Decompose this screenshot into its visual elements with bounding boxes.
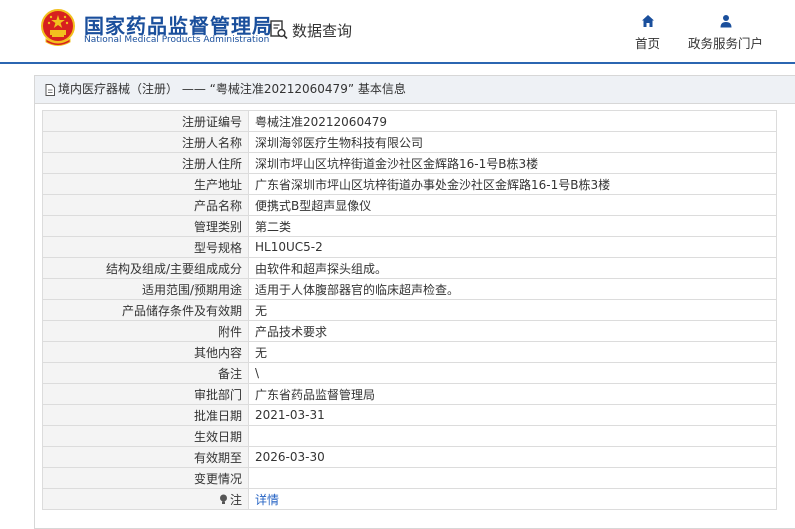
table-row: 注册证编号 粤械注准20212060479 [42,110,777,132]
field-value: HL10UC5-2 [248,236,777,258]
table-row: 产品名称 便携式B型超声显像仪 [42,194,777,216]
nav-home[interactable]: 首页 [635,14,660,52]
table-row: 生产地址 广东省深圳市坪山区坑梓街道办事处金沙社区金辉路16-1号B栋3楼 [42,173,777,195]
field-label: 注册人名称 [42,131,249,153]
field-label: 备注 [42,362,249,384]
table-row: 审批部门 广东省药品监督管理局 [42,383,777,405]
field-value: 深圳市坪山区坑梓街道金沙社区金辉路16-1号B栋3楼 [248,152,777,174]
field-label: 批准日期 [42,404,249,426]
field-label: 注册人住所 [42,152,249,174]
nav-service-portal-label: 政务服务门户 [688,36,764,51]
field-value: 无 [248,341,777,363]
field-value: 适用于人体腹部器官的临床超声检查。 [248,278,777,300]
field-label: 结构及组成/主要组成成分 [42,257,249,279]
user-icon [720,15,731,28]
field-value: 产品技术要求 [248,320,777,342]
field-label: 适用范围/预期用途 [42,278,249,300]
table-row: 注册人住所 深圳市坪山区坑梓街道金沙社区金辉路16-1号B栋3楼 [42,152,777,174]
details-link[interactable]: 详情 [255,493,279,507]
field-value: 第二类 [248,215,777,237]
field-label: 产品名称 [42,194,249,216]
table-row: 产品储存条件及有效期无 [42,299,777,321]
table-row: 备注 \ [42,362,777,384]
field-label: 生效日期 [42,425,249,447]
table-row: 其他内容无 [42,341,777,363]
document-icon [45,83,55,96]
data-query-label: 数据查询 [292,21,353,40]
table-row: 结构及组成/主要组成成分 由软件和超声探头组成。 [42,257,777,279]
field-value: 无 [248,299,777,321]
info-table: 注册证编号 粤械注准20212060479 注册人名称 深圳海邻医疗生物科技有限公司注… [42,110,777,510]
site-title-en[interactable]: National Medical Products Administration [84,35,269,45]
table-row: 批准日期 2021-03-31 [42,404,777,426]
table-row: 生效日期 [42,425,777,447]
table-row: 有效期至 2026-03-30 [42,446,777,468]
data-query-link[interactable]: 数据查询 [270,18,352,42]
field-label: 注册证编号 [42,110,249,132]
detail-panel: 境内医疗器械（注册） —— “粤械注准20212060479” 基本信息 注册证… [34,75,795,529]
site-header: 国家药品监督管理局 National Medical Products Admi… [0,0,795,62]
nav-service-portal[interactable]: 政务服务门户 [688,14,763,52]
table-row: 管理类别 第二类 [42,215,777,237]
national-emblem-icon [41,9,75,46]
field-label: 型号规格 [42,236,249,258]
field-value: \ [248,362,777,384]
table-row: 附件 产品技术要求 [42,320,777,342]
panel-title-text: 境内医疗器械（注册） —— “粤械注准20212060479” 基本信息 [58,82,406,96]
note-label: 注 [229,492,242,507]
nav-home-label: 首页 [635,36,661,51]
field-label: 其他内容 [42,341,249,363]
field-value: 由软件和超声探头组成。 [248,257,777,279]
table-row: 注册人名称 深圳海邻医疗生物科技有限公司 [42,131,777,153]
table-row: 变更情况 [42,467,777,489]
field-value: 2021-03-31 [248,404,777,426]
document-search-icon [270,20,288,40]
lightbulb-icon [219,494,227,504]
home-icon [641,15,654,27]
note-label-cell: 注 [42,488,249,510]
header-divider [0,62,795,64]
table-row: 适用范围/预期用途 适用于人体腹部器官的临床超声检查。 [42,278,777,300]
field-label: 生产地址 [42,173,249,195]
field-value: 粤械注准20212060479 [248,110,777,132]
table-row-note: 注详情 [42,488,777,510]
field-value [248,425,777,447]
panel-title: 境内医疗器械（注册） —— “粤械注准20212060479” 基本信息 [35,76,795,104]
field-value: 广东省药品监督管理局 [248,383,777,405]
field-label: 产品储存条件及有效期 [42,299,249,321]
field-value: 广东省深圳市坪山区坑梓街道办事处金沙社区金辉路16-1号B栋3楼 [248,173,777,195]
field-label: 有效期至 [42,446,249,468]
field-value: 深圳海邻医疗生物科技有限公司 [248,131,777,153]
field-value: 便携式B型超声显像仪 [248,194,777,216]
field-label: 变更情况 [42,467,249,489]
table-row: 型号规格 HL10UC5-2 [42,236,777,258]
field-label: 管理类别 [42,215,249,237]
field-value: 2026-03-30 [248,446,777,468]
field-value [248,467,777,489]
field-label: 附件 [42,320,249,342]
note-value-cell: 详情 [248,488,777,510]
field-label: 审批部门 [42,383,249,405]
